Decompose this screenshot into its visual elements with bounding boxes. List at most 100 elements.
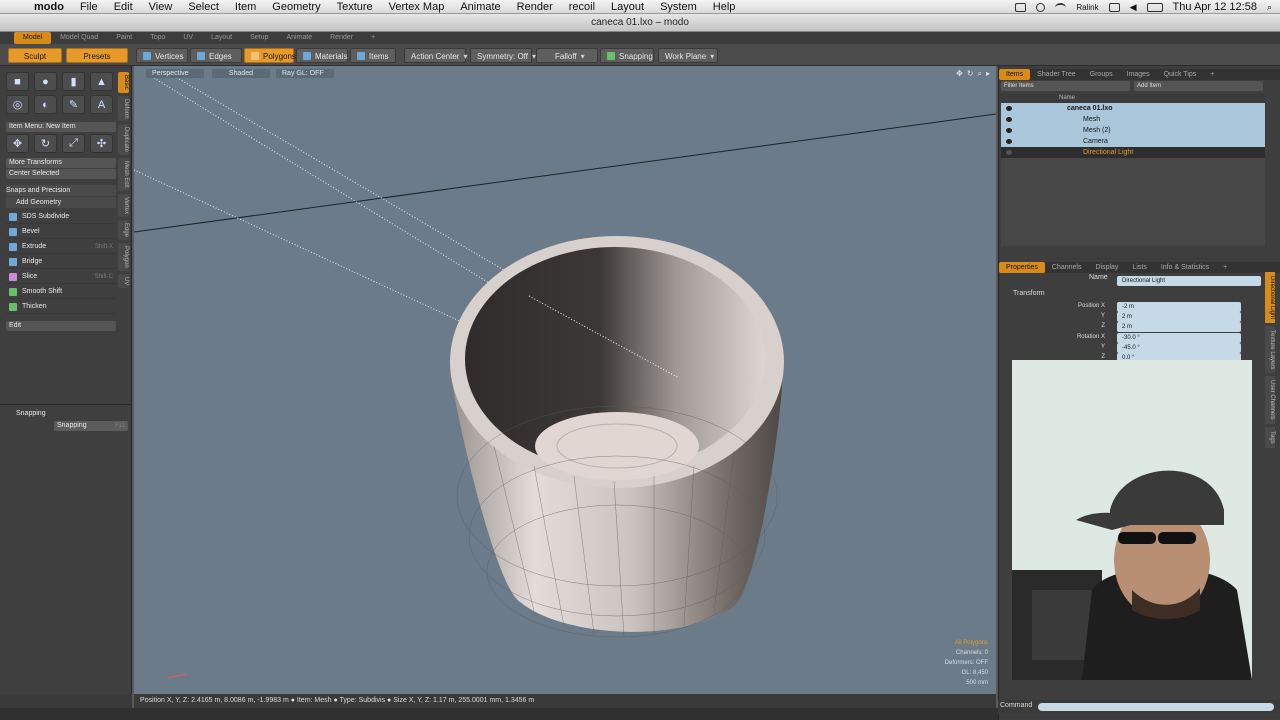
work-plane-dropdown[interactable]: Work Plane ▾ [658, 48, 718, 63]
transform-section[interactable]: Transform [1013, 290, 1045, 297]
menu-item[interactable]: Item [227, 0, 264, 14]
filter-items-dropdown[interactable]: Filter Items [1001, 81, 1130, 91]
visibility-eye-icon[interactable] [1006, 106, 1012, 111]
slice-button[interactable]: Slice Shift-C [6, 270, 116, 284]
add-geometry-header[interactable]: Add Geometry [6, 197, 116, 208]
snaps-precision-header[interactable]: Snaps and Precision [6, 185, 116, 196]
menu-texture[interactable]: Texture [329, 0, 381, 14]
menu-system[interactable]: System [652, 0, 705, 14]
vtab-directional-light[interactable]: Directional Light [1265, 272, 1275, 324]
command-input[interactable] [1038, 703, 1274, 711]
clock-label[interactable]: Thu Apr 12 12:58 [1173, 1, 1257, 13]
3d-viewport[interactable]: Perspective Shaded Ray GL: OFF ✥ ↻ ⌕ ▸ A… [134, 66, 996, 694]
torus-icon[interactable]: ◎ [6, 95, 29, 114]
menu-render[interactable]: Render [509, 0, 561, 14]
orbit-icon[interactable]: ↻ [967, 69, 974, 79]
display-icon[interactable] [1108, 2, 1120, 12]
rotation-x-field[interactable]: -30.0 ° [1117, 333, 1241, 343]
vtab-basic[interactable]: Basic [118, 72, 129, 93]
snapping-button[interactable]: Snapping [600, 48, 654, 63]
tab-properties[interactable]: Properties [999, 262, 1045, 273]
pan-icon[interactable]: ✥ [956, 69, 963, 79]
list-item[interactable]: Mesh [1001, 114, 1265, 125]
layout-tab-add[interactable]: + [362, 32, 384, 44]
smooth-shift-button[interactable]: Smooth Shift [6, 285, 116, 299]
menu-layout[interactable]: Layout [603, 0, 652, 14]
cube-icon[interactable]: ■ [6, 72, 29, 91]
layout-tab-layout[interactable]: Layout [202, 32, 241, 44]
vtab-polygon[interactable]: Polygon [118, 243, 129, 271]
tab-groups[interactable]: Groups [1083, 69, 1120, 80]
tab-quick-tips[interactable]: Quick Tips [1157, 69, 1204, 80]
materials-button[interactable]: Materials [296, 48, 348, 63]
action-center-dropdown[interactable]: Action Center ▾ [404, 48, 467, 63]
snapping-header[interactable]: Snapping [6, 408, 116, 419]
polygons-button[interactable]: Polygons [244, 48, 296, 63]
vtab-mesh-edit[interactable]: Mesh Edit [118, 158, 129, 192]
visibility-eye-icon[interactable] [1006, 117, 1012, 122]
visibility-eye-icon[interactable] [1006, 139, 1012, 144]
bevel-button[interactable]: Bevel [6, 225, 116, 239]
pen-icon[interactable]: ✎ [62, 95, 85, 114]
menu-view[interactable]: View [141, 0, 181, 14]
sculpt-button[interactable]: Sculpt [8, 48, 62, 63]
position-y-field[interactable]: 2 m [1117, 312, 1241, 322]
vtab-tags[interactable]: Tags [1265, 427, 1275, 448]
rotation-y-field[interactable]: -45.0 ° [1117, 343, 1241, 353]
vtab-duplicate[interactable]: Duplicate [118, 124, 129, 156]
menu-geometry[interactable]: Geometry [264, 0, 328, 14]
axis-gizmo[interactable] [134, 666, 187, 680]
visibility-eye-icon[interactable] [1006, 128, 1012, 133]
vertices-button[interactable]: Vertices [136, 48, 188, 63]
zoom-icon[interactable]: ⌕ [978, 69, 982, 79]
presets-button[interactable]: Presets [66, 48, 128, 63]
camera-icon[interactable] [1015, 2, 1027, 12]
vtab-edge[interactable]: Edge [118, 220, 129, 241]
thicken-button[interactable]: Thicken [6, 300, 116, 314]
tab-images[interactable]: Images [1120, 69, 1157, 80]
layout-tab-uv[interactable]: UV [174, 32, 202, 44]
tab-add[interactable]: + [1216, 262, 1234, 273]
user-label[interactable]: Ralink [1076, 3, 1098, 12]
move-icon[interactable]: ✥ [6, 134, 29, 153]
cone-icon[interactable]: ▲ [90, 72, 113, 91]
list-item[interactable]: caneca 01.lxo [1001, 103, 1265, 114]
clock-icon[interactable] [1036, 2, 1046, 12]
cup-inner-bottom[interactable] [535, 412, 699, 480]
spotlight-icon[interactable]: ⌕ [1267, 2, 1272, 13]
list-item[interactable]: Mesh (2) [1001, 125, 1265, 136]
add-item-dropdown[interactable]: Add Item [1134, 81, 1263, 91]
layout-tab-paint[interactable]: Paint [107, 32, 141, 44]
tab-lists[interactable]: Lists [1125, 262, 1153, 273]
raygl-toggle[interactable]: Ray GL: OFF [276, 69, 334, 78]
visibility-eye-icon[interactable] [1006, 150, 1012, 155]
tab-add[interactable]: + [1203, 69, 1221, 80]
symmetry-dropdown[interactable]: Symmetry: Off ▾ [470, 48, 536, 63]
tab-items[interactable]: Items [999, 69, 1031, 80]
cylinder-icon[interactable]: ▮ [62, 72, 85, 91]
layout-tab-model-quad[interactable]: Model Quad [51, 32, 107, 44]
vtab-user-channels[interactable]: User Channels [1265, 376, 1275, 425]
list-item-selected[interactable]: Directional Light [1001, 147, 1265, 158]
text-icon[interactable]: A [90, 95, 113, 114]
tab-display[interactable]: Display [1088, 262, 1125, 273]
list-item[interactable]: Camera [1001, 136, 1265, 147]
view-mode-dropdown[interactable]: Perspective [146, 69, 204, 78]
layout-tab-model[interactable]: Model [14, 32, 52, 44]
transform-icon[interactable]: ✣ [90, 134, 113, 153]
volume-icon[interactable]: ◀ [1130, 2, 1137, 13]
menu-edit[interactable]: Edit [106, 0, 141, 14]
tab-channels[interactable]: Channels [1045, 262, 1089, 273]
vtab-uv[interactable]: UV [118, 273, 129, 289]
item-list-header[interactable]: Name [1001, 94, 1265, 103]
vtab-vertex[interactable]: Vertex [118, 194, 129, 218]
layout-tab-render[interactable]: Render [321, 32, 362, 44]
sphere-icon[interactable]: ● [34, 72, 57, 91]
snapping-toggle[interactable]: Snapping F11 [54, 421, 128, 431]
position-x-field[interactable]: -2 m [1117, 302, 1241, 312]
vtab-texture-layers[interactable]: Texture Layers [1265, 326, 1275, 374]
edit-dropdown[interactable]: Edit [6, 321, 116, 331]
tab-info-statistics[interactable]: Info & Statistics [1154, 262, 1216, 273]
sds-subdivide-button[interactable]: SDS Subdivide [6, 210, 116, 224]
position-z-field[interactable]: 2 m [1117, 322, 1241, 332]
